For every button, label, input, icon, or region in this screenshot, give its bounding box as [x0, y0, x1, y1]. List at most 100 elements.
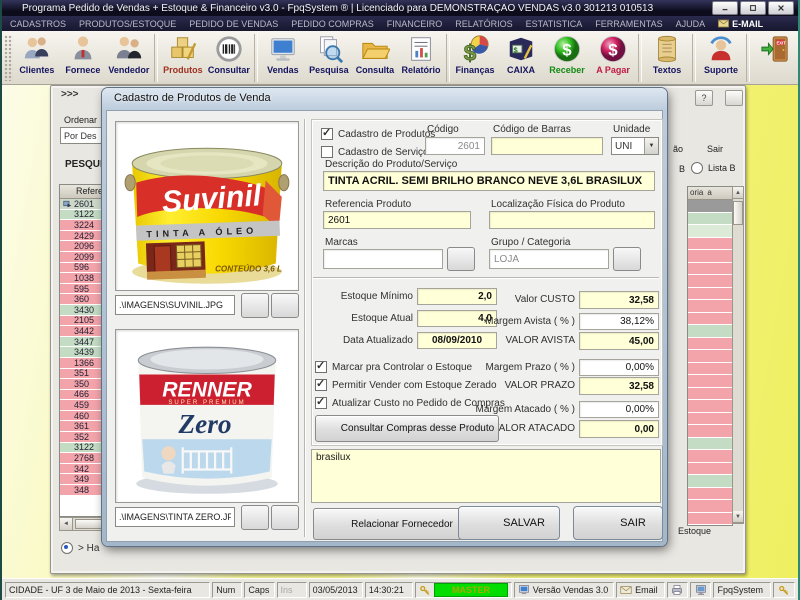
- margem-atacado-field[interactable]: [579, 401, 659, 418]
- list-item[interactable]: [688, 250, 732, 263]
- checkbox-icon[interactable]: [315, 397, 327, 409]
- list-item[interactable]: [688, 238, 732, 251]
- toolbar-button-receber[interactable]: $Receber: [544, 33, 590, 75]
- toolbar-button-finan-as[interactable]: $Finanças: [452, 33, 498, 75]
- menu-item-e-mail[interactable]: E-MAIL: [718, 19, 763, 29]
- toolbar-button-fornece[interactable]: Fornece: [60, 33, 106, 75]
- toolbar-button-consulta[interactable]: Consulta: [352, 33, 398, 75]
- toolbar-button-pesquisa[interactable]: Pesquisa: [306, 33, 352, 75]
- menu-item-relat-rios[interactable]: RELATÓRIOS: [455, 19, 512, 29]
- list-item[interactable]: [688, 288, 732, 301]
- consultar-compras-button[interactable]: Consultar Compras desse Produto: [315, 415, 499, 442]
- valor-custo-field[interactable]: [579, 291, 659, 309]
- toolbar-button-caixa[interactable]: $CAIXA: [498, 33, 544, 75]
- salvar-button[interactable]: SALVAR: [458, 506, 560, 540]
- scroll-left-icon[interactable]: ◄: [60, 518, 73, 530]
- grupo-search-button[interactable]: [613, 247, 641, 271]
- menu-item-pedido-compras[interactable]: PEDIDO COMPRAS: [291, 19, 374, 29]
- chevron-down-icon[interactable]: ▼: [644, 138, 658, 154]
- list-item[interactable]: [688, 438, 732, 451]
- list-item[interactable]: [688, 338, 732, 351]
- list-item[interactable]: [688, 413, 732, 426]
- cadastro-produtos-checkbox[interactable]: Cadastro de Produtos: [321, 128, 435, 140]
- checkbox-icon[interactable]: [321, 146, 333, 158]
- list-item[interactable]: [688, 363, 732, 376]
- list-item[interactable]: [688, 300, 732, 313]
- list-item[interactable]: [688, 350, 732, 363]
- menu-item-financeiro[interactable]: FINANCEIRO: [387, 19, 443, 29]
- right-list-strip[interactable]: oria a: [687, 186, 733, 526]
- checkbox-icon[interactable]: [315, 361, 327, 373]
- toolbar-button-produtos[interactable]: Produtos: [160, 33, 206, 75]
- list-item[interactable]: [688, 463, 732, 476]
- cadastro-produtos-dialog[interactable]: Cadastro de Produtos de Venda Suvinil: [102, 88, 667, 546]
- bg-close-button[interactable]: [725, 90, 743, 106]
- list-item[interactable]: [688, 325, 732, 338]
- list-item[interactable]: [688, 375, 732, 388]
- vender-zerado-checkbox[interactable]: Permitir Vender com Estoque Zerado: [315, 379, 497, 391]
- minimize-button[interactable]: [712, 1, 738, 15]
- list-item[interactable]: [688, 313, 732, 326]
- maximize-button[interactable]: [740, 1, 766, 15]
- margem-avista-field[interactable]: [579, 313, 659, 330]
- list-item[interactable]: [688, 400, 732, 413]
- marcas-search-button[interactable]: [447, 247, 475, 271]
- menu-item-ferramentas[interactable]: FERRAMENTAS: [595, 19, 662, 29]
- toolbar-button-item[interactable]: EXIT: [752, 33, 798, 65]
- toolbar-button-relat-rio[interactable]: Relatório: [398, 33, 444, 75]
- close-button[interactable]: [768, 1, 794, 15]
- image2-load-button[interactable]: [271, 505, 299, 530]
- dialog-sair-button[interactable]: SAIR: [573, 506, 663, 540]
- valor-avista-field[interactable]: [579, 332, 659, 350]
- radio-icon[interactable]: [61, 542, 73, 554]
- toolbar-button-vendas[interactable]: Vendas: [260, 33, 306, 75]
- list-item[interactable]: [688, 388, 732, 401]
- notes-textarea[interactable]: brasilux: [311, 449, 661, 503]
- list-item[interactable]: [688, 425, 732, 438]
- scrollbar-thumb[interactable]: [733, 201, 743, 225]
- title-bar[interactable]: Programa Pedido de Vendas + Estoque & Fi…: [2, 0, 798, 16]
- scroll-down-icon[interactable]: ▼: [733, 511, 743, 523]
- image1-path-input[interactable]: [115, 295, 235, 315]
- toolbar-button-consultar[interactable]: Consultar: [206, 33, 252, 75]
- valor-prazo-field[interactable]: [579, 377, 659, 395]
- valor-atacado-field[interactable]: [579, 420, 659, 438]
- list-item[interactable]: [688, 475, 732, 488]
- list-item[interactable]: [688, 275, 732, 288]
- codigo-barras-field[interactable]: [491, 137, 603, 155]
- image1-load-button[interactable]: [271, 293, 299, 318]
- list-item[interactable]: [688, 500, 732, 513]
- localizacao-field[interactable]: [489, 211, 655, 229]
- list-item[interactable]: [688, 513, 732, 526]
- menu-item-ajuda[interactable]: AJUDA: [676, 19, 706, 29]
- cadastro-servico-checkbox[interactable]: Cadastro de Serviço: [321, 146, 429, 158]
- checkbox-icon[interactable]: [315, 379, 327, 391]
- menu-item-produtos-estoque[interactable]: PRODUTOS/ESTOQUE: [79, 19, 176, 29]
- marcas-field[interactable]: [323, 249, 443, 269]
- grupo-field[interactable]: [489, 249, 609, 269]
- toolbar-grip[interactable]: [4, 35, 13, 81]
- unidade-combobox[interactable]: UNI ▼: [611, 137, 659, 155]
- bottom-radio[interactable]: > Ha: [61, 542, 108, 554]
- list-item[interactable]: [688, 263, 732, 276]
- status-segment-email[interactable]: Email: [616, 582, 664, 598]
- toolbar-button-vendedor[interactable]: Vendedor: [106, 33, 152, 75]
- image2-path-input[interactable]: [115, 507, 235, 527]
- image2-search-button[interactable]: [241, 505, 269, 530]
- descricao-field[interactable]: [323, 171, 655, 191]
- help-button[interactable]: ?: [695, 90, 713, 106]
- list-item[interactable]: [688, 488, 732, 501]
- controlar-estoque-checkbox[interactable]: Marcar pra Controlar o Estoque: [315, 361, 472, 373]
- margem-prazo-field[interactable]: [579, 359, 659, 376]
- menu-item-pedido-de-vendas[interactable]: PEDIDO DE VENDAS: [189, 19, 278, 29]
- toolbar-button-suporte[interactable]: Suporte: [698, 33, 744, 75]
- list-item[interactable]: [688, 450, 732, 463]
- checkbox-icon[interactable]: [321, 128, 333, 140]
- list-item[interactable]: [688, 225, 732, 238]
- lista-b-radio[interactable]: Lista B: [691, 162, 736, 174]
- status-segment-vers-o-vendas-3-0[interactable]: Versão Vendas 3.0: [514, 582, 614, 598]
- menu-item-cadastros[interactable]: CADASTROS: [10, 19, 66, 29]
- radio-icon[interactable]: [691, 162, 703, 174]
- referencia-field[interactable]: [323, 211, 471, 229]
- image1-search-button[interactable]: [241, 293, 269, 318]
